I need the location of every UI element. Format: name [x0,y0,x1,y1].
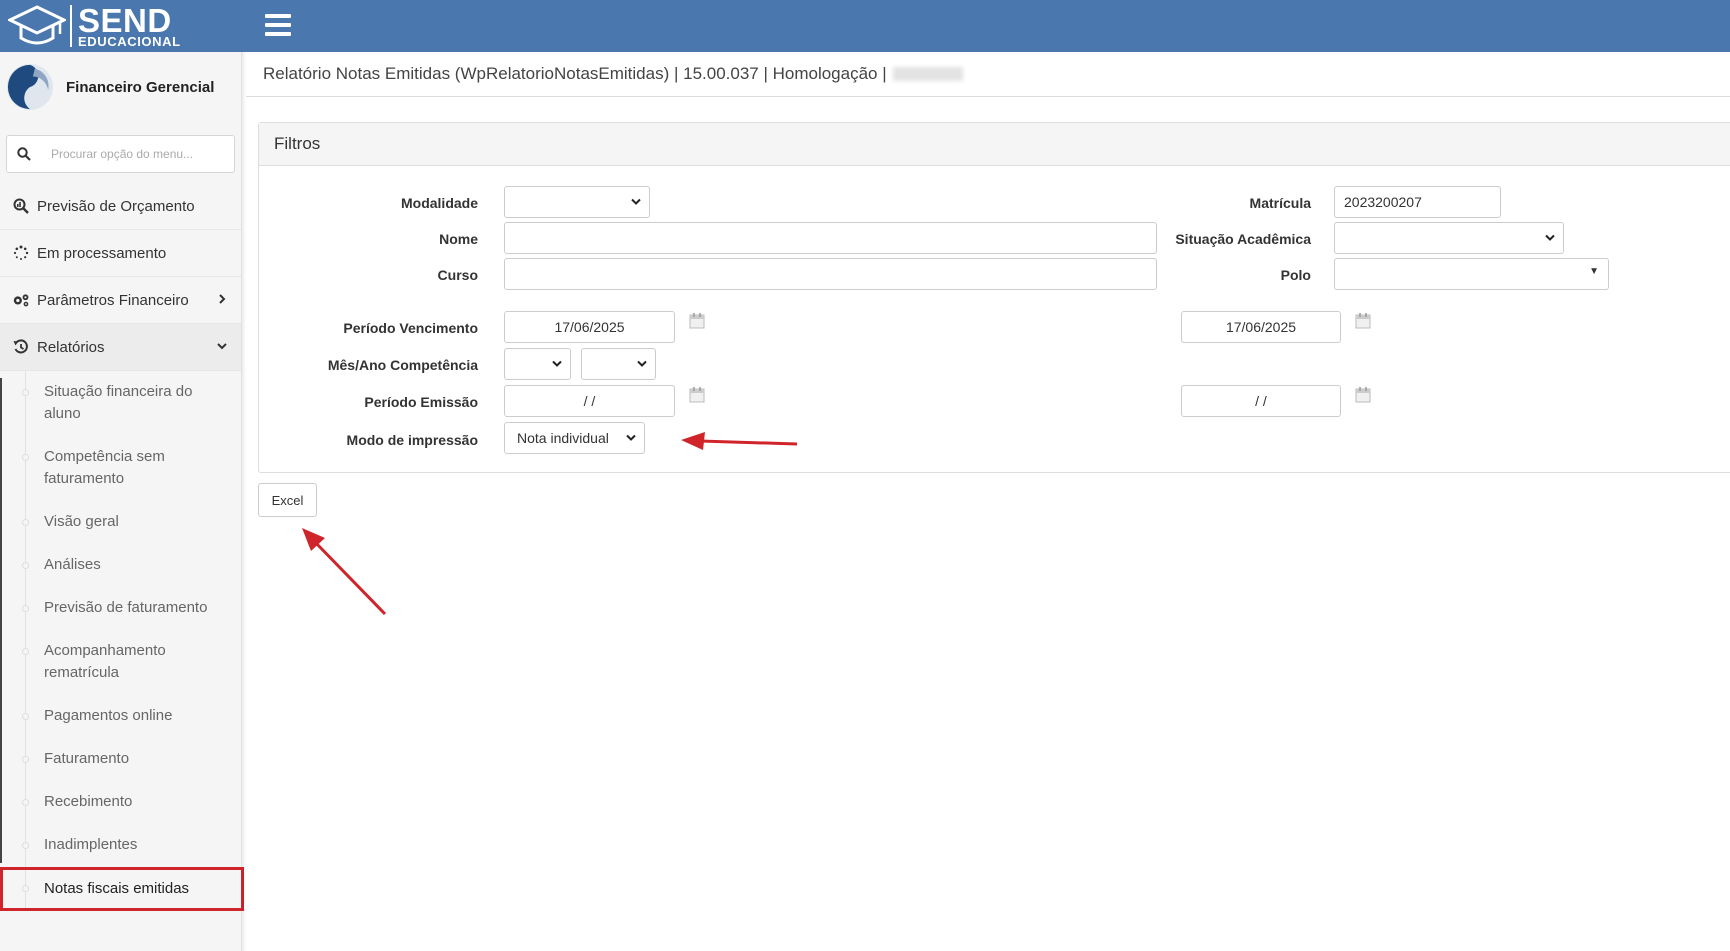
bullet-dot [22,519,29,526]
submenu-item[interactable]: Competência sem faturamento [0,436,241,501]
curso-label: Curso [437,267,478,283]
bullet-dot [22,648,29,655]
sidebar: Financeiro Gerencial Previsão de Orçamen… [0,52,244,951]
polo-label: Polo [1280,267,1311,283]
matricula-input[interactable]: 2023200207 [1334,186,1501,218]
bullet-dot [22,713,29,720]
curso-input[interactable] [504,258,1157,290]
chevron-down-icon [217,343,227,350]
periodo-vencimento-label: Período Vencimento [343,320,478,336]
bullet-dot [22,756,29,763]
submenu-item[interactable]: Análises [0,544,241,587]
submenu-item[interactable]: Inadimplentes [0,824,241,867]
logo-divider [70,5,72,47]
matricula-label: Matrícula [1249,195,1311,211]
chevron-down-icon [637,360,647,367]
submenu-item[interactable]: Pagamentos online [0,695,241,738]
graduation-cap-icon [8,5,66,45]
chevron-right-icon [219,294,226,304]
sidebar-item-em-processamento[interactable]: Em processamento [0,230,241,277]
chevron-down-icon [631,198,641,205]
financeiro-logo-icon [6,63,54,111]
bullet-dot [22,454,29,461]
blurred-text [892,67,963,81]
submenu-item-active[interactable]: Notas fiscais emitidas [0,867,244,911]
main-content: Relatório Notas Emitidas (WpRelatorioNot… [246,52,1730,951]
calendar-icon[interactable] [689,386,705,403]
modalidade-select[interactable] [504,186,650,218]
situacao-academica-select[interactable] [1334,222,1564,254]
chevron-down-icon [1545,234,1555,241]
nome-input[interactable] [504,222,1157,254]
bullet-dot [22,389,29,396]
top-bar: SEND EDUCACIONAL [0,0,1730,52]
chevron-down-icon [626,434,636,441]
filters-panel-title: Filtros [259,123,1730,166]
module-title: Financeiro Gerencial [66,78,215,96]
competencia-ano-select[interactable] [581,348,656,380]
modalidade-label: Modalidade [400,195,478,211]
chevron-down-icon [552,360,562,367]
sidebar-item-label: Em processamento [37,244,167,262]
search-icon [17,147,31,161]
bullet-dot [22,799,29,806]
submenu-item[interactable]: Visão geral [0,501,241,544]
emissao-to-input[interactable]: / / [1181,385,1341,417]
sidebar-menu: Previsão de Orçamento Em processamento P… [0,183,244,911]
sidebar-edge-line [0,378,2,863]
mes-ano-competencia-label: Mês/Ano Competência [327,357,478,373]
emissao-from-input[interactable]: / / [504,385,675,417]
history-icon [12,339,30,355]
hamburger-menu-icon[interactable] [265,14,291,36]
sidebar-item-parametros-financeiro[interactable]: Parâmetros Financeiro [0,277,241,324]
modo-impressao-select[interactable]: Nota individual [504,422,645,454]
page-title: Relatório Notas Emitidas (WpRelatorioNot… [263,64,887,83]
submenu-item[interactable]: Previsão de faturamento [0,587,241,630]
sidebar-item-label: Previsão de Orçamento [37,197,195,215]
bullet-dot [22,842,29,849]
calendar-icon[interactable] [689,312,705,329]
sidebar-item-label: Parâmetros Financeiro [37,291,189,309]
send-logo[interactable]: SEND EDUCACIONAL [8,3,181,49]
caret-down-icon: ▼ [1589,266,1599,277]
logo-text: SEND [78,2,172,39]
logo-subtext: EDUCACIONAL [78,34,181,49]
submenu-item[interactable]: Acompanhamento rematrícula [0,630,241,695]
page-header: Relatório Notas Emitidas (WpRelatorioNot… [246,52,1730,97]
nome-label: Nome [439,231,478,247]
modo-impressao-label: Modo de impressão [346,432,478,448]
bullet-dot [22,605,29,612]
bullet-dot [22,562,29,569]
sidebar-item-label: Relatórios [37,338,105,356]
submenu-item[interactable]: Faturamento [0,738,241,781]
gears-icon [12,292,30,308]
vencimento-from-input[interactable]: 17/06/2025 [504,311,675,343]
situacao-academica-label: Situação Acadêmica [1175,231,1311,247]
calendar-icon[interactable] [1355,312,1371,329]
relatorios-submenu: Situação financeira do aluno Competência… [0,371,244,911]
menu-search-input[interactable] [51,147,211,161]
calendar-icon[interactable] [1355,386,1371,403]
sidebar-item-previsao-orcamento[interactable]: Previsão de Orçamento [0,183,241,230]
bullet-dot [22,885,29,892]
module-brand: Financeiro Gerencial [0,52,241,122]
vencimento-to-input[interactable]: 17/06/2025 [1181,311,1341,343]
search-chart-icon [12,198,30,214]
competencia-mes-select[interactable] [504,348,571,380]
filters-panel: Filtros Modalidade Matrícula 2023200207 … [258,122,1730,473]
submenu-item[interactable]: Recebimento [0,781,241,824]
polo-select[interactable]: ▼ [1334,258,1609,290]
spinner-icon [12,245,30,261]
submenu-item[interactable]: Situação financeira do aluno [0,371,241,436]
periodo-emissao-label: Período Emissão [364,394,478,410]
sidebar-item-relatorios[interactable]: Relatórios [0,324,241,371]
excel-button[interactable]: Excel [258,483,317,517]
menu-search-box[interactable] [6,135,235,173]
